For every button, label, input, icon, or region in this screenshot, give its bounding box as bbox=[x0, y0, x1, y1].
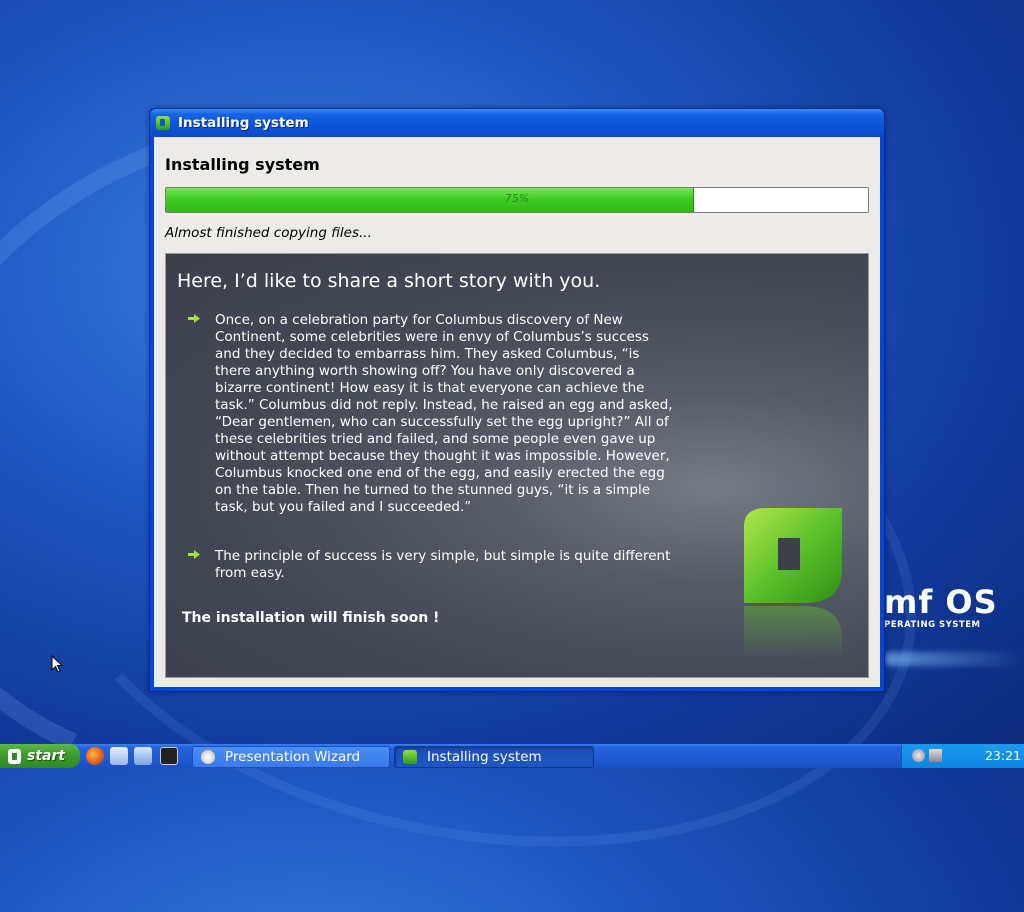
info-slide-panel: Here, I’d like to share a short story wi… bbox=[165, 253, 869, 678]
green-arrow-bullet-icon bbox=[188, 550, 200, 559]
start-logo-icon bbox=[8, 748, 21, 764]
firefox-icon[interactable] bbox=[86, 747, 104, 765]
install-progress-bar: 75% bbox=[165, 187, 869, 213]
task-label: Presentation Wizard bbox=[225, 749, 361, 765]
slide-footer-text: The installation will finish soon ! bbox=[182, 610, 440, 626]
installer-task-icon bbox=[403, 750, 417, 764]
brand-glow bbox=[884, 652, 1024, 666]
clock[interactable]: 23:21 bbox=[985, 748, 1021, 763]
start-button[interactable]: start bbox=[0, 744, 80, 768]
green-arrow-bullet-icon bbox=[188, 314, 200, 323]
window-client-area: Installing system 75% Almost finished co… bbox=[154, 137, 880, 687]
terminal-icon[interactable] bbox=[160, 747, 178, 765]
file-manager-icon[interactable] bbox=[110, 747, 128, 765]
task-label: Installing system bbox=[427, 749, 542, 765]
taskbar: start Presentation Wizard Installing sys… bbox=[0, 744, 1024, 768]
brand-subtitle: PERATING SYSTEM bbox=[884, 620, 981, 630]
start-label: start bbox=[27, 748, 66, 764]
presentation-wizard-icon bbox=[201, 750, 215, 764]
network-icon[interactable] bbox=[929, 749, 942, 762]
window-titlebar[interactable]: Installing system bbox=[150, 109, 884, 136]
brand-name: mf OS bbox=[884, 583, 998, 621]
installer-window: Installing system Installing system 75% … bbox=[149, 108, 885, 692]
install-status-text: Almost finished copying files... bbox=[165, 225, 372, 241]
slide-title: Here, I’d like to share a short story wi… bbox=[177, 270, 601, 292]
slide-bullet-text: The principle of success is very simple,… bbox=[215, 548, 671, 581]
taskbar-item-presentation-wizard[interactable]: Presentation Wizard bbox=[192, 746, 390, 768]
window-title: Installing system bbox=[178, 114, 309, 131]
volume-icon[interactable] bbox=[912, 749, 925, 762]
taskbar-item-installing-system[interactable]: Installing system bbox=[394, 746, 594, 768]
page-heading: Installing system bbox=[165, 155, 320, 174]
os-logo-icon bbox=[744, 508, 842, 658]
progress-percent-label: 75% bbox=[504, 192, 530, 205]
system-tray: 23:21 bbox=[901, 744, 1024, 768]
installer-app-icon bbox=[156, 115, 170, 130]
desktop-brand-logo: mf OS PERATING SYSTEM bbox=[884, 584, 998, 630]
browser-icon[interactable] bbox=[134, 747, 152, 765]
slide-bullet-text: Once, on a celebration party for Columbu… bbox=[215, 312, 673, 515]
mouse-cursor-icon bbox=[51, 654, 64, 677]
